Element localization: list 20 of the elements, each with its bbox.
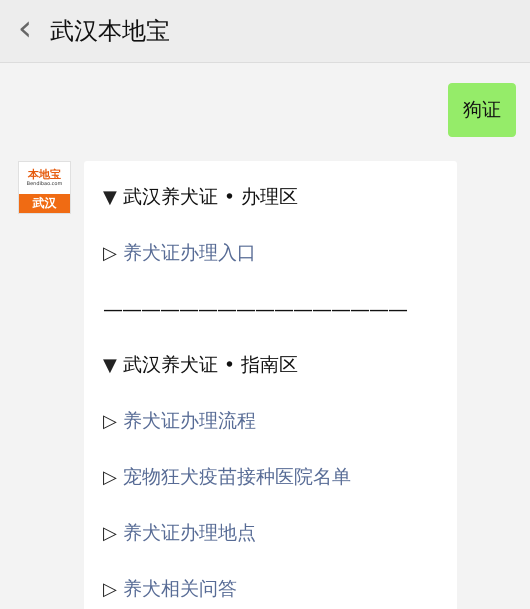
triangle-icon: ▷ (103, 466, 117, 488)
menu-link[interactable]: 养犬相关问答 (122, 576, 237, 602)
city-label: 武汉 (19, 194, 70, 213)
section-heading: 武汉养犬证 • 指南区 (122, 353, 298, 378)
menu-link[interactable]: 养犬证办理流程 (122, 408, 256, 434)
triangle-icon: ▷ (103, 242, 117, 264)
triangle-icon: ▷ (103, 410, 117, 432)
back-button[interactable]: ‹ (0, 8, 50, 54)
menu-link[interactable]: 宠物狂犬疫苗接种医院名单 (122, 464, 351, 490)
triangle-icon: ▷ (103, 522, 117, 544)
menu-link[interactable]: 养犬证办理地点 (122, 520, 256, 546)
dash-divider: ———————————————— (103, 297, 407, 321)
logo-text: 本地宝 (28, 169, 61, 182)
triangle-icon: ▷ (103, 578, 117, 600)
menu-link[interactable]: 养犬证办理入口 (122, 240, 256, 266)
triangle-icon: ▼ (103, 354, 117, 376)
sent-message: 狗证 (448, 83, 516, 137)
chat-title: 武汉本地宝 (50, 16, 170, 47)
section-heading: 武汉养犬证 • 办理区 (122, 185, 298, 210)
triangle-icon: ▼ (103, 186, 117, 208)
